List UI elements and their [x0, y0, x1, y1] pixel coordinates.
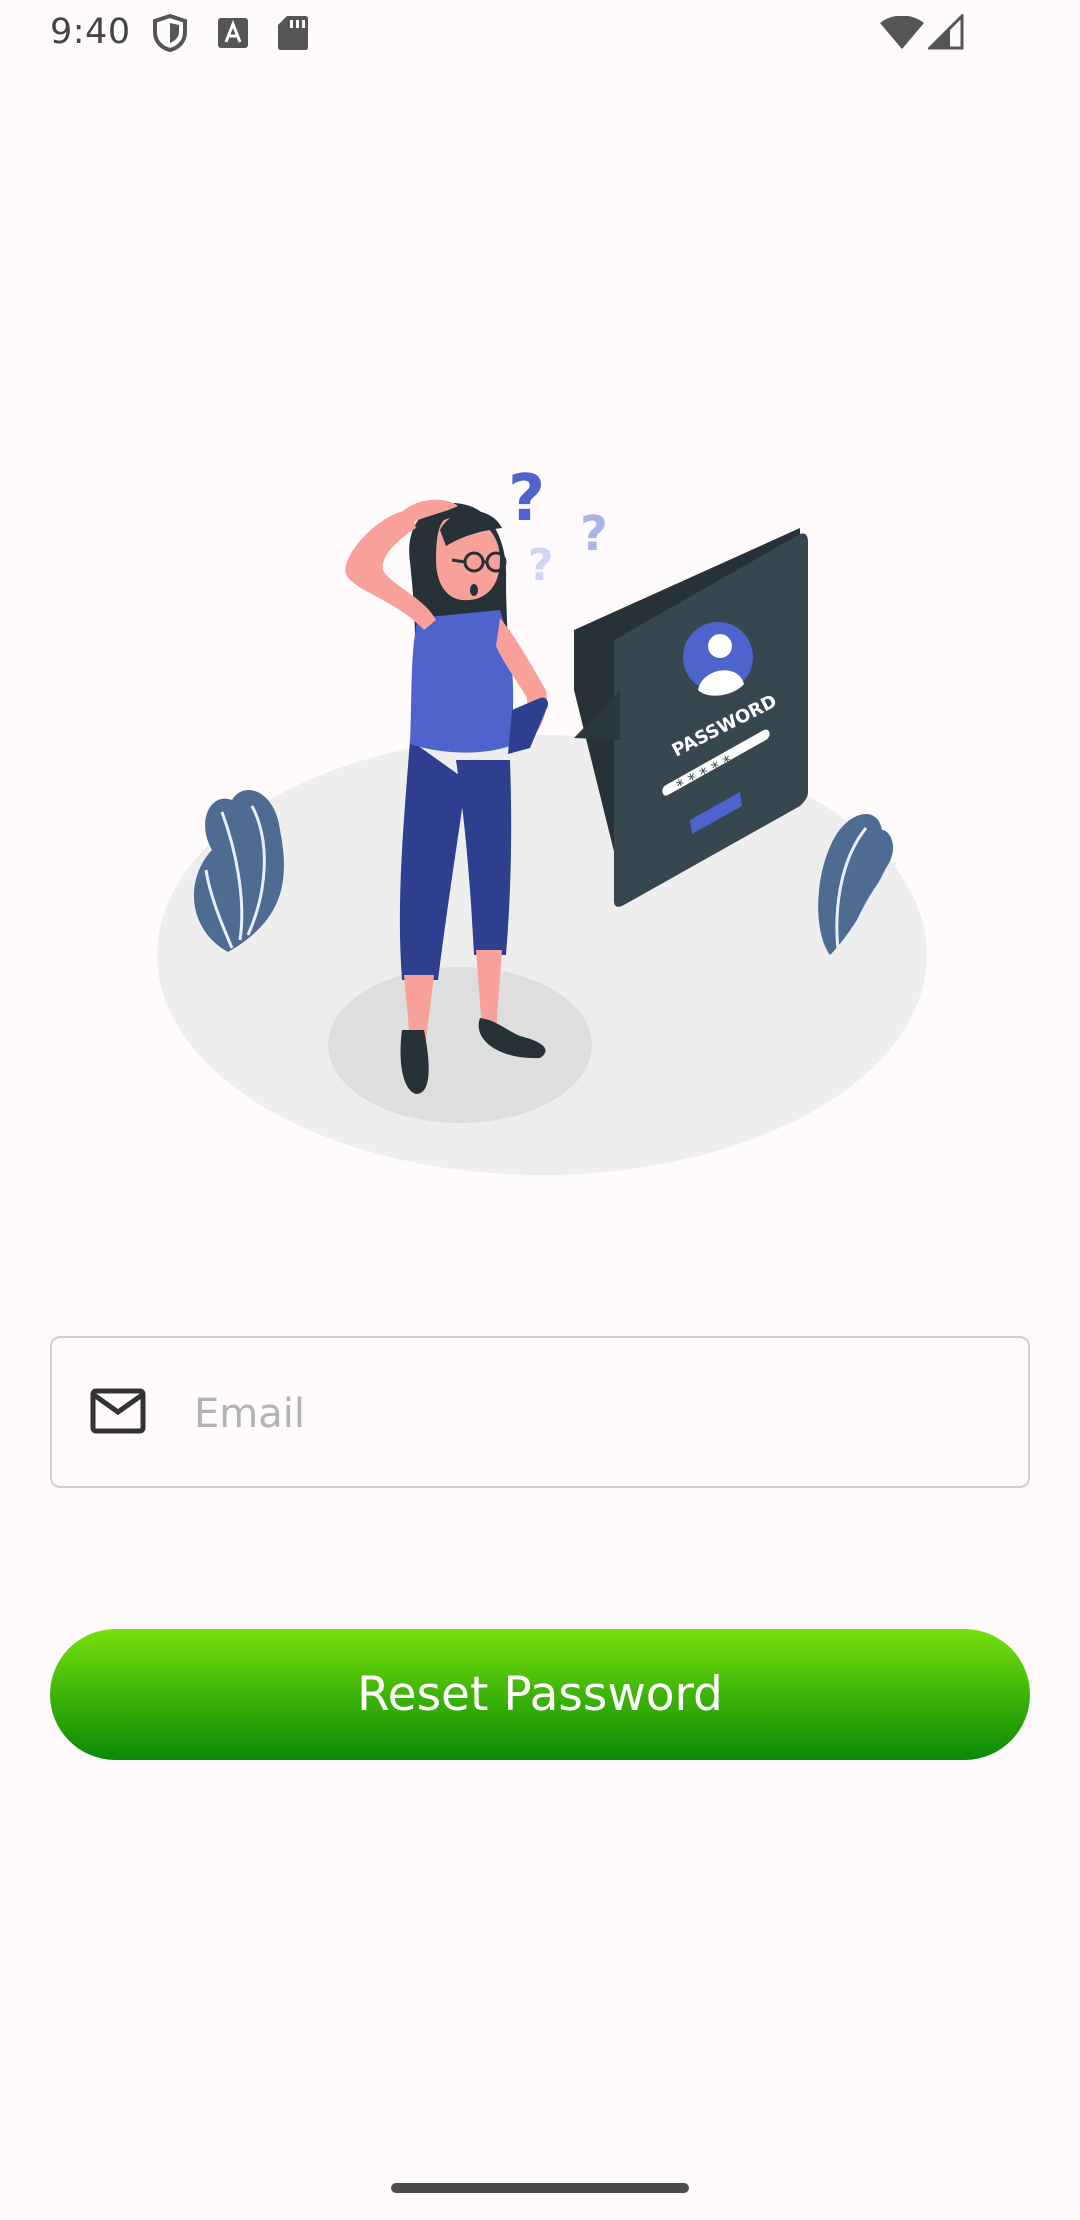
wifi-icon — [880, 16, 924, 49]
cellular-signal-icon — [928, 14, 964, 50]
reset-password-label: Reset Password — [357, 1667, 723, 1722]
status-time: 9:40 — [50, 12, 131, 52]
email-input[interactable] — [192, 1368, 996, 1460]
email-field[interactable] — [50, 1336, 1030, 1488]
floor-ellipse — [157, 735, 927, 1175]
home-indicator[interactable] — [391, 2183, 689, 2193]
shield-icon — [153, 14, 187, 52]
font-a-icon — [218, 18, 248, 48]
question-mark: ? — [580, 506, 608, 562]
reset-password-button[interactable]: Reset Password — [50, 1629, 1030, 1760]
question-mark: ? — [528, 540, 554, 591]
floor-shadow — [328, 967, 592, 1123]
sd-card-icon — [278, 16, 308, 50]
status-bar: 9:40 — [0, 0, 1080, 66]
mail-icon — [90, 1388, 146, 1434]
forgot-password-illustration: PASSWORD * * * * * ? ? ? — [157, 462, 927, 1175]
question-mark: ? — [508, 462, 545, 536]
